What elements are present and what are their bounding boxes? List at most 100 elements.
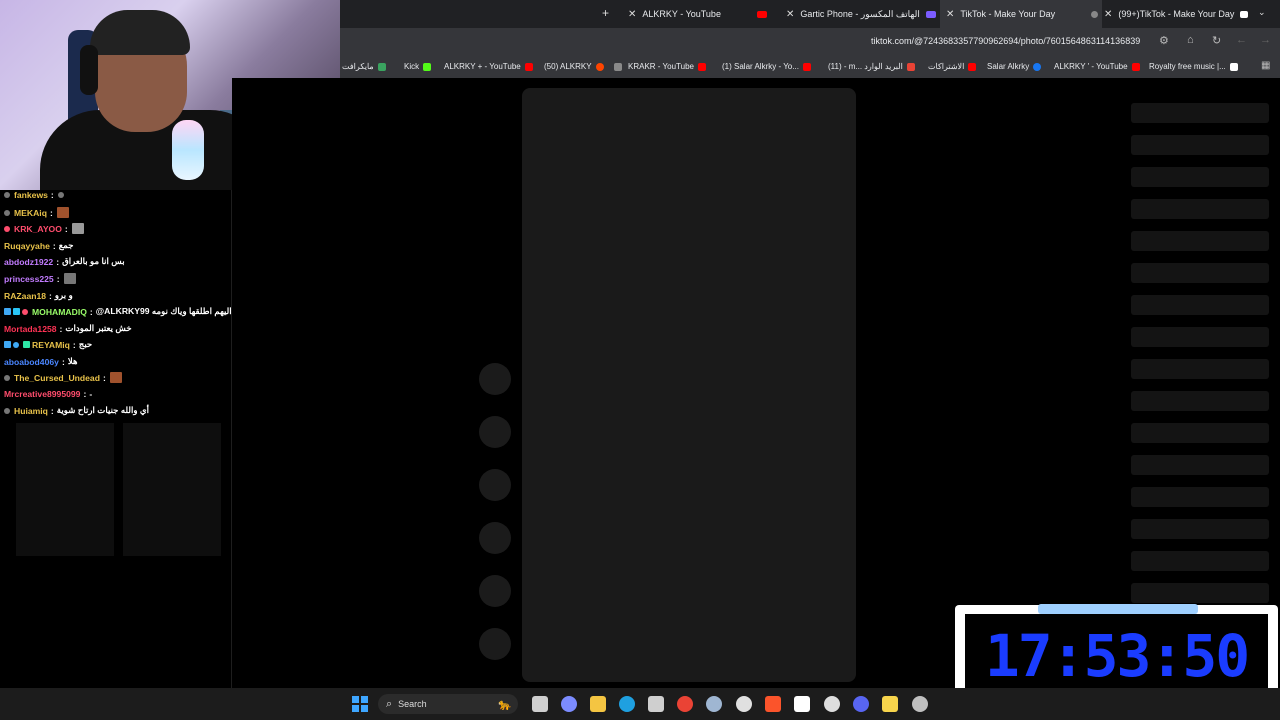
chat-message: aboabod406y: هلا xyxy=(4,356,78,367)
back-arrow-icon[interactable]: ← xyxy=(1236,34,1247,46)
youtube-icon xyxy=(1131,62,1140,71)
site-settings-icon[interactable]: ⚙ xyxy=(1159,34,1169,47)
home-icon[interactable]: ⌂ xyxy=(1187,34,1194,46)
chevron-down-icon[interactable]: ⌄ xyxy=(1258,7,1266,18)
bookmark-icon xyxy=(614,62,622,71)
action-skeleton-comment[interactable] xyxy=(479,416,511,448)
bookmark-salar-youtube[interactable]: (1) Salar Alkrky - Yo... xyxy=(722,62,811,71)
taskbar-search[interactable]: ⌕ Search 🐆 xyxy=(378,694,518,714)
bookmark-alkrky-youtube[interactable]: ALKRKY ' - YouTube xyxy=(1054,62,1140,71)
post-skeleton xyxy=(522,88,856,682)
close-icon[interactable]: ✕ xyxy=(786,9,794,20)
user-badge-icon xyxy=(22,308,28,315)
subscriber-badge-icon xyxy=(4,341,11,348)
close-icon[interactable]: ✕ xyxy=(1104,9,1112,20)
settings-app-icon[interactable] xyxy=(824,696,840,712)
brave-icon[interactable] xyxy=(765,696,781,712)
streamer-bandana xyxy=(90,10,190,55)
user-badge-icon xyxy=(4,407,10,414)
steam-icon[interactable] xyxy=(706,696,722,712)
edge-icon[interactable] xyxy=(619,696,635,712)
copilot-icon[interactable] xyxy=(561,696,577,712)
moderator-badge-icon xyxy=(13,308,20,315)
comment-skeleton xyxy=(1131,487,1269,507)
action-skeleton-like[interactable] xyxy=(479,363,511,395)
music-site-icon xyxy=(1229,62,1238,71)
windows-start-icon[interactable] xyxy=(352,696,368,712)
youtube-icon xyxy=(756,10,767,18)
close-icon[interactable]: ✕ xyxy=(946,9,954,20)
comment-skeleton xyxy=(1131,423,1269,443)
comment-skeleton xyxy=(1131,199,1269,219)
tab-gartic-phone[interactable]: ✕ Gartic Phone - الهاتف المكسور xyxy=(786,0,936,28)
capcut-icon[interactable] xyxy=(794,696,810,712)
bookmark-salar-facebook[interactable]: Salar Alkrky xyxy=(987,62,1042,71)
comment-skeleton xyxy=(1131,327,1269,347)
tab-label: TikTok - Make Your Day xyxy=(960,9,1056,19)
new-tab-button[interactable]: + xyxy=(602,6,609,20)
chat-message: Mortada1258: خش يعتبر المودات xyxy=(4,323,132,334)
comment-skeleton xyxy=(1131,583,1269,603)
kick-icon xyxy=(423,62,432,71)
action-skeleton-save[interactable] xyxy=(479,469,511,501)
chat-message: MOHAMADIQ: @ALKRKY99 اليهم اطلقها وياك نو… xyxy=(4,306,232,317)
chat-message: abdodz1922: بس انا مو بالعراق xyxy=(4,256,125,267)
notes-icon[interactable] xyxy=(882,696,898,712)
user-badge-icon xyxy=(4,225,10,232)
obs-icon[interactable] xyxy=(736,696,752,712)
gear-icon[interactable] xyxy=(912,696,928,712)
action-skeleton-share[interactable] xyxy=(479,522,511,554)
tab-tiktok-active[interactable]: ✕ TikTok - Make Your Day xyxy=(940,0,1102,28)
comment-skeleton xyxy=(1131,103,1269,123)
phone-icon xyxy=(925,10,936,18)
url-field[interactable]: tiktok.com/@7243683357790962694/photo/76… xyxy=(871,36,1140,46)
grid-icon[interactable]: ▦ xyxy=(1261,60,1270,71)
emote-icon xyxy=(57,192,64,198)
reload-icon[interactable]: ↻ xyxy=(1212,34,1221,47)
close-icon[interactable]: ✕ xyxy=(628,9,636,20)
forward-arrow-icon[interactable]: → xyxy=(1260,34,1271,46)
bookmark-alkrky-plus[interactable]: ALKRKY + - YouTube xyxy=(444,62,533,71)
emote-icon xyxy=(71,223,84,234)
comment-skeleton xyxy=(1131,551,1269,571)
bookmark-subscriptions[interactable]: الاشتراكات xyxy=(928,62,977,71)
windows-taskbar xyxy=(0,688,1280,720)
youtube-icon xyxy=(968,62,977,71)
tab-label: (99+)TikTok - Make Your Day xyxy=(1118,9,1235,19)
discord-icon[interactable] xyxy=(853,696,869,712)
subscriber-badge-icon xyxy=(4,308,11,315)
comment-skeleton xyxy=(1131,135,1269,155)
tab-alkrky-youtube[interactable]: ✕ ALKRKY - YouTube xyxy=(628,0,776,28)
clock-top-bar xyxy=(1038,604,1198,614)
bookmark-krakr[interactable]: KRAKR - YouTube xyxy=(614,62,706,71)
action-skeleton-extra[interactable] xyxy=(479,628,511,660)
youtube-icon xyxy=(697,62,706,71)
action-skeleton-more[interactable] xyxy=(479,575,511,607)
tab-label: ALKRKY - YouTube xyxy=(642,9,721,19)
file-explorer-icon[interactable] xyxy=(590,696,606,712)
chrome-icon[interactable] xyxy=(677,696,693,712)
moderator-badge-icon xyxy=(23,341,30,348)
tab-tiktok-notifications[interactable]: ✕ (99+)TikTok - Make Your Day xyxy=(1104,0,1254,28)
comment-skeleton xyxy=(1131,455,1269,475)
microphone xyxy=(172,120,204,180)
task-view-icon[interactable] xyxy=(532,696,548,712)
reddit-icon xyxy=(595,62,604,71)
minecraft-icon xyxy=(377,62,386,71)
bookmark-kick[interactable]: Kick xyxy=(404,62,432,71)
comment-skeleton xyxy=(1131,295,1269,315)
facebook-icon xyxy=(1033,62,1042,71)
tiktok-icon xyxy=(1240,10,1249,18)
bookmark-alkrky-reddit[interactable]: (50) ALKRKY xyxy=(544,62,604,71)
bookmark-minecraft[interactable]: مايكرافت xyxy=(342,62,386,71)
chat-message: princess225: xyxy=(4,273,76,284)
clock-time: 17:53:50 xyxy=(984,622,1250,690)
store-icon[interactable] xyxy=(648,696,664,712)
comment-skeleton xyxy=(1131,231,1269,251)
bookmark-royalty-music[interactable]: Royalty free music |... xyxy=(1149,62,1238,71)
youtube-icon xyxy=(524,62,533,71)
user-badge-icon xyxy=(4,192,10,198)
bookmark-inbox[interactable]: (11) - m... البريد الوارد xyxy=(828,62,915,71)
emote-icon xyxy=(109,372,122,383)
chat-message: Mrcreative8995099: - xyxy=(4,389,93,399)
